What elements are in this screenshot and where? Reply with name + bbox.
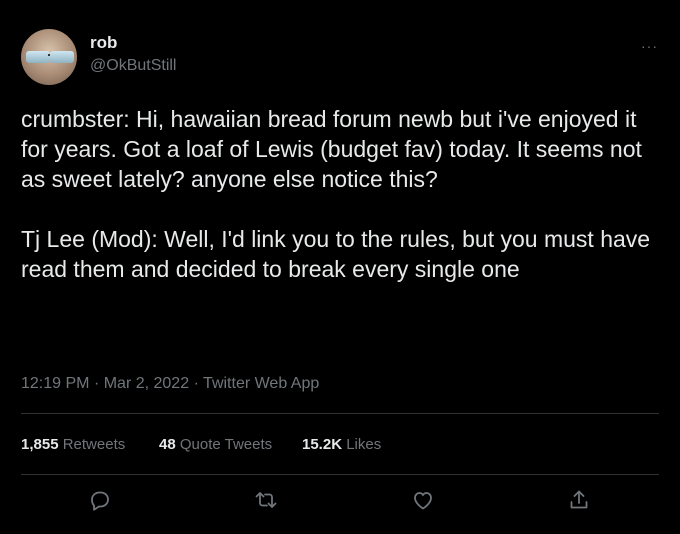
- tweet-paragraph: Tj Lee (Mod): Well, I'd link you to the …: [21, 226, 651, 282]
- divider: [21, 413, 659, 414]
- retweets-count: 1,855: [21, 436, 59, 453]
- meta-separator: ·: [93, 375, 100, 392]
- retweet-icon[interactable]: [254, 488, 278, 512]
- likes-stat[interactable]: 15.2K Likes: [302, 436, 381, 453]
- tweet-text: crumbster: Hi, hawaiian bread forum newb…: [21, 104, 666, 284]
- quote-tweets-stat[interactable]: 48 Quote Tweets: [159, 436, 272, 453]
- reply-icon[interactable]: [88, 488, 112, 512]
- tweet-source[interactable]: Twitter Web App: [203, 375, 319, 392]
- sunglasses-lens-left: [26, 51, 50, 63]
- more-options-icon[interactable]: ···: [641, 38, 658, 54]
- sunglasses-lens-right: [50, 51, 74, 63]
- quote-tweets-label: Quote Tweets: [179, 436, 273, 453]
- tweet-metadata: 12:19 PM · Mar 2, 2022 · Twitter Web App: [21, 375, 319, 393]
- likes-label: Likes: [346, 436, 382, 453]
- action-bar: [0, 488, 680, 514]
- author-display-name[interactable]: rob: [90, 33, 117, 53]
- likes-count: 15.2K: [302, 436, 343, 453]
- quote-tweets-count: 48: [159, 436, 176, 453]
- avatar[interactable]: [21, 29, 77, 85]
- tweet-date[interactable]: Mar 2, 2022: [104, 375, 189, 392]
- share-icon[interactable]: [567, 488, 591, 512]
- like-icon[interactable]: [411, 488, 435, 512]
- divider: [21, 474, 659, 475]
- retweets-stat[interactable]: 1,855 Retweets: [21, 436, 125, 453]
- tweet-time[interactable]: 12:19 PM: [21, 375, 89, 392]
- retweets-label: Retweets: [62, 436, 126, 453]
- author-handle[interactable]: @OkButStill: [90, 57, 176, 75]
- tweet-paragraph: crumbster: Hi, hawaiian bread forum newb…: [21, 106, 642, 192]
- meta-separator: ·: [193, 375, 199, 392]
